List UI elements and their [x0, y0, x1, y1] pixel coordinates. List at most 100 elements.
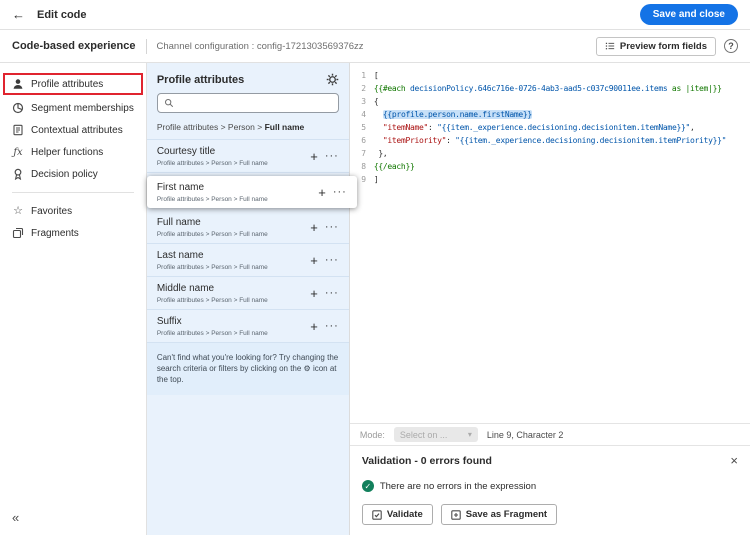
- more-options-icon[interactable]: ···: [325, 151, 339, 162]
- app-root: ← Edit code Save and close Code-based ex…: [0, 0, 750, 535]
- code-line[interactable]: 3{: [350, 95, 750, 108]
- code-editor-section: 1[2{{#each decisionPolicy.646c716e-0726-…: [350, 63, 750, 535]
- line-number: 4: [350, 108, 374, 121]
- preview-form-fields-label: Preview form fields: [620, 41, 707, 52]
- validation-panel: Validation - 0 errors found × ✓ There ar…: [350, 445, 750, 535]
- line-number: 5: [350, 121, 374, 134]
- list-item-middle-name[interactable]: Middle name Profile attributes > Person …: [147, 277, 349, 310]
- list-item-courtesy-title[interactable]: Courtesy title Profile attributes > Pers…: [147, 140, 349, 173]
- attribute-path: Profile attributes > Person > Full name: [157, 231, 306, 238]
- more-options-icon[interactable]: ···: [325, 288, 339, 299]
- experience-title: Code-based experience: [12, 40, 136, 52]
- line-number: 2: [350, 82, 374, 95]
- list-item-suffix[interactable]: Suffix Profile attributes > Person > Ful…: [147, 310, 349, 343]
- line-number: 8: [350, 160, 374, 173]
- list-item-first-name[interactable]: First name Profile attributes > Person >…: [147, 176, 357, 208]
- page-title: Edit code: [37, 9, 87, 21]
- attribute-title: First name: [157, 182, 314, 193]
- attribute-path: Profile attributes > Person > Full name: [157, 160, 306, 167]
- preview-form-fields-button[interactable]: Preview form fields: [596, 37, 716, 56]
- validate-icon: [372, 510, 382, 520]
- help-icon[interactable]: ?: [724, 39, 738, 53]
- top-bar: ← Edit code Save and close: [0, 0, 750, 30]
- add-attribute-button[interactable]: +: [306, 221, 325, 234]
- sidebar-item-label: Segment memberships: [31, 103, 134, 114]
- code-line[interactable]: 9]: [350, 173, 750, 186]
- search-box: [157, 93, 339, 113]
- close-icon[interactable]: ×: [730, 454, 738, 467]
- attribute-title: Middle name: [157, 283, 306, 294]
- save-and-close-button[interactable]: Save and close: [640, 4, 738, 25]
- search-input[interactable]: [179, 98, 332, 108]
- sidebar-item-contextual-attributes[interactable]: Contextual attributes: [0, 119, 146, 141]
- sidebar-item-decision-policy[interactable]: Decision policy: [0, 163, 146, 185]
- sidebar-item-label: Profile attributes: [31, 79, 103, 90]
- mode-select[interactable]: Select on ... ▾: [394, 427, 478, 442]
- success-check-icon: ✓: [362, 480, 374, 492]
- sidebar-item-segment-memberships[interactable]: Segment memberships: [0, 97, 146, 119]
- save-as-fragment-button[interactable]: Save as Fragment: [441, 504, 557, 525]
- validate-button[interactable]: Validate: [362, 504, 433, 525]
- document-icon: [12, 124, 24, 136]
- more-options-icon[interactable]: ···: [325, 255, 339, 266]
- more-options-icon[interactable]: ···: [325, 321, 339, 332]
- sidebar-item-label: Favorites: [31, 206, 72, 217]
- back-arrow-icon[interactable]: ←: [12, 7, 25, 22]
- sub-header: Code-based experience Channel configurat…: [0, 30, 750, 63]
- add-attribute-button[interactable]: +: [306, 320, 325, 333]
- code-line[interactable]: 4 {{profile.person.name.firstName}}: [350, 108, 750, 121]
- search-help-note: Can't find what you're looking for? Try …: [147, 343, 349, 395]
- list-item-last-name[interactable]: Last name Profile attributes > Person > …: [147, 244, 349, 277]
- star-icon: ☆: [12, 205, 24, 217]
- attribute-title: Full name: [157, 217, 306, 228]
- attribute-title: Suffix: [157, 316, 306, 327]
- add-attribute-button[interactable]: +: [314, 186, 333, 199]
- more-options-icon[interactable]: ···: [325, 222, 339, 233]
- attribute-path: Profile attributes > Person > Full name: [157, 264, 306, 271]
- collapse-sidebar-button[interactable]: «: [0, 502, 146, 535]
- sidebar-item-fragments[interactable]: Fragments: [0, 222, 146, 244]
- code-line[interactable]: 8{{/each}}: [350, 160, 750, 173]
- validation-message: There are no errors in the expression: [380, 481, 536, 492]
- sidebar-item-label: Fragments: [31, 228, 79, 239]
- code-line[interactable]: 1[: [350, 69, 750, 82]
- list-item-full-name[interactable]: Full name Profile attributes > Person > …: [147, 211, 349, 244]
- sidebar-item-helper-functions[interactable]: ƒx Helper functions: [0, 141, 146, 163]
- add-attribute-button[interactable]: +: [306, 287, 325, 300]
- validation-actions: Validate Save as Fragment: [350, 499, 750, 535]
- line-number: 7: [350, 147, 374, 160]
- settings-gear-icon[interactable]: [326, 73, 339, 86]
- validation-message-row: ✓ There are no errors in the expression: [350, 473, 750, 499]
- attribute-path: Profile attributes > Person > Full name: [157, 330, 306, 337]
- left-sidebar: Profile attributes Segment memberships C…: [0, 63, 147, 535]
- attribute-title: Last name: [157, 250, 306, 261]
- save-as-fragment-label: Save as Fragment: [466, 509, 547, 520]
- line-number: 3: [350, 95, 374, 108]
- attribute-path: Profile attributes > Person > Full name: [157, 297, 306, 304]
- more-options-icon[interactable]: ···: [333, 187, 347, 198]
- mode-select-value: Select on ...: [400, 430, 448, 440]
- breadcrumb-current: Full name: [265, 122, 305, 132]
- divider: [146, 39, 147, 54]
- main-area: Profile attributes Segment memberships C…: [0, 63, 750, 535]
- code-line[interactable]: 5 "itemName": "{{item._experience.decisi…: [350, 121, 750, 134]
- fragments-icon: [12, 227, 24, 239]
- code-line[interactable]: 7 },: [350, 147, 750, 160]
- validation-title: Validation - 0 errors found: [362, 455, 492, 467]
- code-line[interactable]: 6 "itemPriority": "{{item._experience.de…: [350, 134, 750, 147]
- code-editor[interactable]: 1[2{{#each decisionPolicy.646c716e-0726-…: [350, 63, 750, 423]
- form-fields-icon: [605, 41, 615, 51]
- search-icon: [164, 98, 174, 108]
- breadcrumb[interactable]: Profile attributes > Person > Full name: [157, 122, 339, 132]
- sidebar-item-label: Decision policy: [31, 169, 98, 180]
- breadcrumb-prefix[interactable]: Profile attributes > Person >: [157, 122, 262, 132]
- code-line[interactable]: 2{{#each decisionPolicy.646c716e-0726-4a…: [350, 82, 750, 95]
- channel-config-label: Channel configuration : config-172130356…: [157, 41, 364, 52]
- line-number: 6: [350, 134, 374, 147]
- add-attribute-button[interactable]: +: [306, 254, 325, 267]
- sidebar-item-favorites[interactable]: ☆ Favorites: [0, 200, 146, 222]
- ribbon-icon: [12, 168, 24, 180]
- add-attribute-button[interactable]: +: [306, 150, 325, 163]
- sidebar-item-profile-attributes[interactable]: Profile attributes: [3, 73, 143, 95]
- chevron-down-icon: ▾: [468, 430, 472, 439]
